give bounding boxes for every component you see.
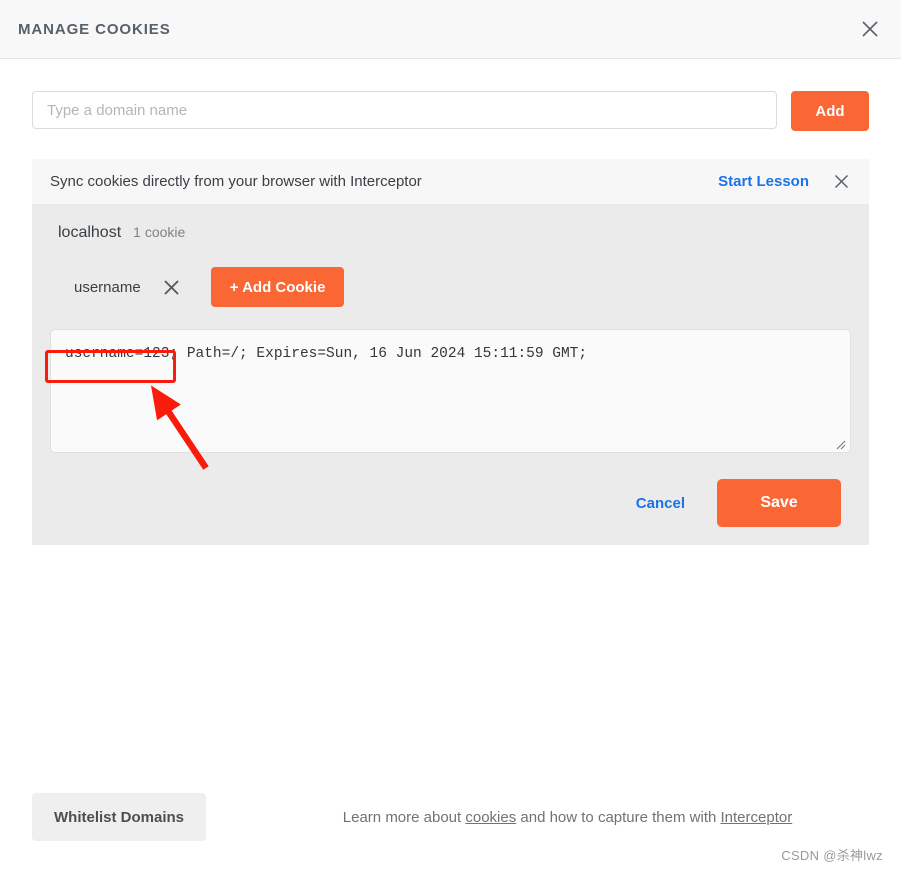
page-title: MANAGE COOKIES bbox=[18, 20, 171, 38]
delete-cookie-icon[interactable] bbox=[161, 276, 183, 298]
start-lesson-link[interactable]: Start Lesson bbox=[718, 173, 809, 190]
close-icon[interactable] bbox=[857, 16, 883, 42]
add-domain-button[interactable]: Add bbox=[791, 91, 869, 131]
banner-close-icon[interactable] bbox=[831, 172, 851, 192]
cancel-button[interactable]: Cancel bbox=[632, 489, 689, 518]
footer-help-text: Learn more about cookies and how to capt… bbox=[206, 809, 869, 826]
cookies-link[interactable]: cookies bbox=[465, 809, 516, 826]
domain-name-input[interactable] bbox=[32, 91, 777, 129]
domain-add-row: Add bbox=[32, 91, 869, 131]
domain-label: localhost bbox=[58, 224, 122, 241]
cookie-count-label: 1 cookie bbox=[133, 224, 186, 240]
footer-note-middle: and how to capture them with bbox=[516, 808, 721, 826]
cookie-value-textarea[interactable] bbox=[50, 329, 851, 453]
footer-note-prefix: Learn more about bbox=[342, 808, 466, 826]
save-button[interactable]: Save bbox=[717, 479, 841, 527]
whitelist-domains-button[interactable]: Whitelist Domains bbox=[32, 793, 207, 841]
cookie-name-label[interactable]: username bbox=[74, 279, 141, 296]
cookie-textarea-wrap bbox=[50, 329, 851, 453]
interceptor-link[interactable]: Interceptor bbox=[721, 809, 793, 826]
dialog-header: MANAGE COOKIES bbox=[0, 0, 901, 59]
sync-banner-text: Sync cookies directly from your browser … bbox=[50, 173, 422, 190]
cookie-panel: localhost 1 cookie username + Add Cookie bbox=[32, 204, 869, 545]
sync-banner: Sync cookies directly from your browser … bbox=[32, 159, 869, 204]
watermark: CSDN @杀神lwz bbox=[781, 848, 883, 863]
dialog-footer: Whitelist Domains Learn more about cooki… bbox=[0, 789, 901, 845]
dialog-body: Add Sync cookies directly from your brow… bbox=[0, 59, 901, 545]
add-cookie-button[interactable]: + Add Cookie bbox=[210, 267, 345, 307]
cookie-row: username + Add Cookie bbox=[50, 267, 851, 307]
domain-header-row: localhost 1 cookie bbox=[50, 220, 851, 242]
cookie-actions: Cancel Save bbox=[50, 479, 851, 527]
